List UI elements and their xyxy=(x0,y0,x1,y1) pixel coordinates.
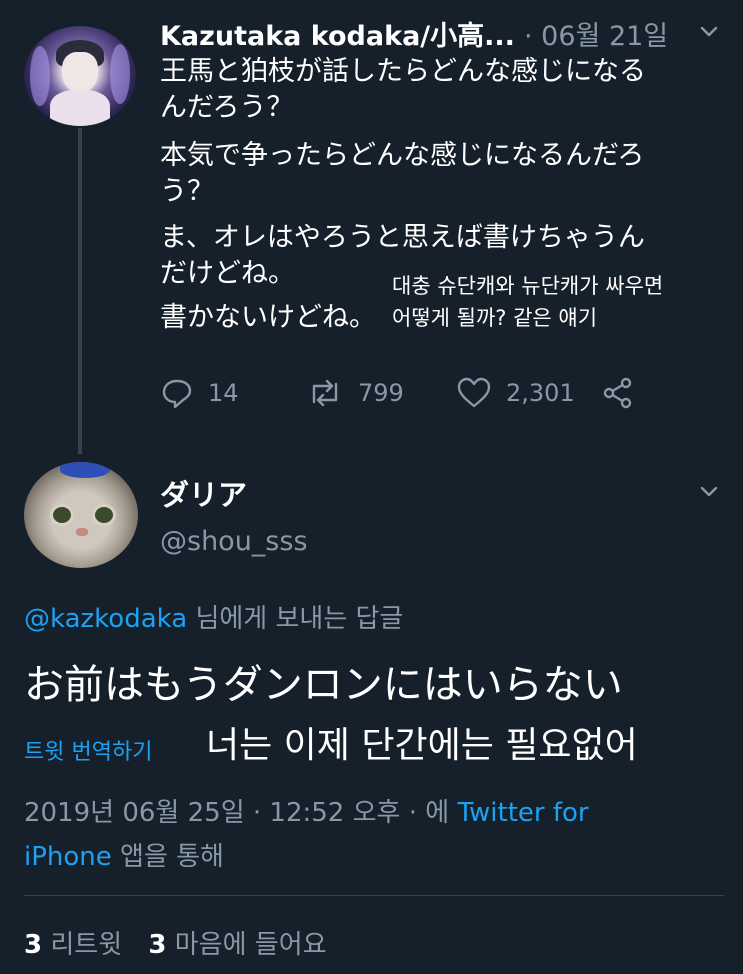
like-count: 3 xyxy=(148,930,167,960)
tweet-date[interactable]: · 06월 21일 xyxy=(524,14,668,53)
translation-annotation: 대충 슈단캐와 뉴단캐가 싸우면 xyxy=(392,274,664,298)
tweet-stats: 3 리트윗 3 마음에 들어요 xyxy=(24,924,327,961)
source-suffix: 앱을 통해 xyxy=(111,842,224,872)
tweet-actions: 14 799 2,301 xyxy=(160,376,660,410)
like-label: 마음에 들어요 xyxy=(166,930,327,960)
avatar-cap xyxy=(60,462,110,478)
display-name[interactable]: Kazutaka kodaka/小高... xyxy=(160,14,515,53)
chevron-down-icon[interactable] xyxy=(700,482,718,500)
translation-annotation: 너는 이제 단간에는 필요없어 xyxy=(206,725,638,766)
avatar-glow xyxy=(30,46,50,106)
display-name[interactable]: ダリア xyxy=(160,472,247,514)
translation-annotation: 어떻게 될까? 같은 얘기 xyxy=(392,306,598,330)
share-icon[interactable] xyxy=(602,376,634,410)
avatar-body xyxy=(50,90,110,126)
avatar[interactable] xyxy=(24,462,138,568)
likes-stat[interactable]: 3 마음에 들어요 xyxy=(148,930,326,960)
reply-icon xyxy=(160,376,194,410)
retweet-count: 799 xyxy=(358,379,404,407)
like-count: 2,301 xyxy=(506,379,575,407)
tweet-text-line: 王馬と狛枝が話したらどんな感じになる xyxy=(160,56,646,87)
tweet-text-line: ま、オレはやろうと思えば書けちゃうん xyxy=(160,222,645,253)
retweet-label: 리트윗 xyxy=(42,930,123,960)
reply-suffix: 님에게 보내는 답글 xyxy=(187,604,404,634)
tweet-source: iPhone 앱을 통해 xyxy=(24,836,224,873)
tweet-text-line: う？ xyxy=(160,176,214,207)
tweet-text-line: 本気で争ったらどんな感じになるんだろ xyxy=(160,140,645,171)
like-action[interactable]: 2,301 xyxy=(456,376,575,410)
retweet-count: 3 xyxy=(24,930,43,960)
tweet-text-line: だけどね。 xyxy=(160,258,295,289)
retweet-icon xyxy=(306,376,344,410)
avatar[interactable] xyxy=(24,26,136,126)
avatar-face xyxy=(62,52,98,92)
divider xyxy=(24,895,724,896)
source-link[interactable]: iPhone xyxy=(24,842,112,872)
avatar-glow xyxy=(110,44,130,104)
timestamp-text: 2019년 06월 25일 · 12:52 오후 · 에 xyxy=(24,798,458,828)
chevron-down-icon[interactable] xyxy=(700,22,718,40)
avatar-eye xyxy=(50,504,74,526)
reply-action[interactable]: 14 xyxy=(160,376,239,410)
tweet-text: お前はもうダンロンにはいらない xyxy=(24,662,623,708)
reply-count: 14 xyxy=(208,379,239,407)
retweets-stat[interactable]: 3 리트윗 xyxy=(24,930,122,960)
reply-context: @kazkodaka 님에게 보내는 답글 xyxy=(24,598,403,635)
like-icon xyxy=(456,376,492,410)
user-handle[interactable]: @shou_sss xyxy=(160,526,308,557)
source-link[interactable]: Twitter for xyxy=(457,798,588,828)
retweet-action[interactable]: 799 xyxy=(306,376,404,410)
tweet-text-line: 書かないけどね。 xyxy=(160,302,376,333)
avatar-nose xyxy=(76,528,88,536)
thread-line xyxy=(78,128,82,454)
tweet-text-line: んだろう？ xyxy=(160,92,294,123)
translate-tweet-link[interactable]: 트윗 번역하기 xyxy=(24,734,152,766)
reply-to-handle[interactable]: @kazkodaka xyxy=(24,604,187,634)
avatar-eye xyxy=(92,504,116,526)
tweet-timestamp: 2019년 06월 25일 · 12:52 오후 · 에 Twitter for xyxy=(24,792,589,829)
